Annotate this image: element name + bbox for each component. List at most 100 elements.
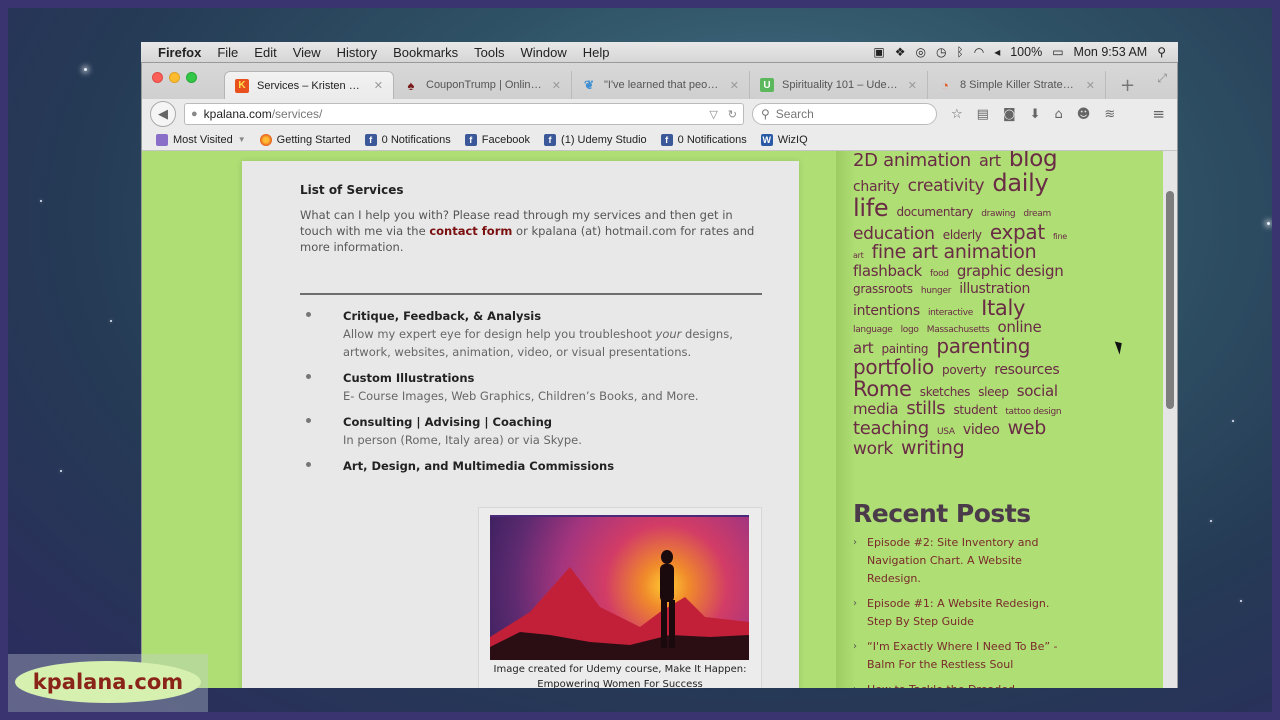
back-button[interactable]: ◀ <box>150 101 176 127</box>
menu-view[interactable]: View <box>285 45 329 60</box>
tag-link[interactable]: teaching <box>853 418 929 439</box>
zoom-window-button[interactable] <box>186 72 197 83</box>
close-tab-icon[interactable]: ✕ <box>1086 79 1095 92</box>
page-scrollbar[interactable] <box>1163 151 1177 688</box>
menu-tools[interactable]: Tools <box>466 45 512 60</box>
tag-link[interactable]: parenting <box>936 334 1030 358</box>
tag-link[interactable]: elderly <box>943 228 982 242</box>
tag-link[interactable]: web <box>1008 417 1047 439</box>
tag-link[interactable]: writing <box>901 437 965 459</box>
wiziq-icon: W <box>760 133 773 146</box>
battery-icon[interactable]: ▭ <box>1052 45 1063 59</box>
menu-edit[interactable]: Edit <box>246 45 284 60</box>
url-dropdown-icon[interactable]: ▽ <box>709 108 717 121</box>
menu-help[interactable]: Help <box>575 45 618 60</box>
tag-link[interactable]: video <box>963 422 1000 438</box>
close-tab-icon[interactable]: ✕ <box>908 79 917 92</box>
bookmark-notifications[interactable]: f 0 Notifications <box>364 133 451 146</box>
bookmark-facebook[interactable]: f Facebook <box>464 133 530 146</box>
tag-link[interactable]: 2D animation <box>853 151 971 171</box>
bookmark-most-visited[interactable]: Most Visited ▼ <box>156 133 246 146</box>
tab-coupontrump[interactable]: ♠ CouponTrump | Online L... ✕ <box>394 71 572 99</box>
tag-link[interactable]: logo <box>901 325 919 335</box>
tag-link[interactable]: documentary <box>896 205 973 219</box>
tag-link[interactable]: grassroots <box>853 282 913 296</box>
time-machine-icon[interactable]: ◷ <box>936 45 946 59</box>
menu-file[interactable]: File <box>209 45 246 60</box>
bookmark-star-icon[interactable]: ☆ <box>951 107 963 122</box>
close-window-button[interactable] <box>152 72 163 83</box>
contact-form-link[interactable]: contact form <box>429 224 512 238</box>
tag-link[interactable]: Rome <box>853 377 912 401</box>
fullscreen-icon[interactable]: ⤢ <box>1157 71 1167 86</box>
tag-link[interactable]: painting <box>881 342 928 356</box>
bookmark-notifications-2[interactable]: f 0 Notifications <box>660 133 747 146</box>
recent-post-link[interactable]: Episode #2: Site Inventory and Navigatio… <box>853 534 1073 588</box>
spotlight-search-icon[interactable]: ⚲ <box>1157 45 1166 59</box>
tab-strategies[interactable]: ◔ 8 Simple Killer Strategies ... ✕ <box>928 71 1106 99</box>
tag-link[interactable]: portfolio <box>853 355 934 379</box>
tag-link[interactable]: food <box>930 269 949 279</box>
layers-icon[interactable]: ≋ <box>1104 107 1115 122</box>
menu-window[interactable]: Window <box>513 45 575 60</box>
tag-link[interactable]: stills <box>906 398 945 419</box>
tag-link[interactable]: fine art animation <box>872 241 1037 263</box>
tag-link[interactable]: flashback <box>853 262 922 280</box>
tag-link[interactable]: tattoo design <box>1005 407 1061 417</box>
tag-link[interactable]: charity <box>853 179 900 195</box>
bookmark-getting-started[interactable]: Getting Started <box>259 133 351 146</box>
pocket-icon[interactable]: ◙ <box>1003 107 1016 122</box>
tag-link[interactable]: USA <box>937 427 955 437</box>
download-icon[interactable]: ⬇ <box>1030 107 1041 122</box>
tag-link[interactable]: art <box>979 151 1001 170</box>
video-camera-icon[interactable]: ▣ <box>873 45 884 59</box>
reading-list-icon[interactable]: ▤ <box>977 107 989 122</box>
close-tab-icon[interactable]: ✕ <box>552 79 561 92</box>
tag-link[interactable]: illustration <box>959 281 1030 297</box>
tag-link[interactable]: student <box>953 403 997 417</box>
tag-link[interactable]: drawing <box>981 209 1015 219</box>
tab-quote[interactable]: ❦ "I've learned that people ... ✕ <box>572 71 750 99</box>
wifi-icon[interactable]: ◠ <box>974 45 984 59</box>
clock[interactable]: Mon 9:53 AM <box>1074 45 1148 59</box>
tab-udemy[interactable]: U Spirituality 101 – Udemy ✕ <box>750 71 928 99</box>
tag-link[interactable]: expat <box>990 220 1045 244</box>
dropbox-icon[interactable]: ❖ <box>895 45 906 59</box>
hamburger-menu-icon[interactable]: ≡ <box>1152 105 1169 123</box>
minimize-window-button[interactable] <box>169 72 180 83</box>
creative-cloud-icon[interactable]: ◎ <box>916 45 926 59</box>
reload-icon[interactable]: ↻ <box>728 108 737 121</box>
bookmark-udemy-studio[interactable]: f (1) Udemy Studio <box>544 133 647 146</box>
close-tab-icon[interactable]: ✕ <box>730 79 739 92</box>
tag-link[interactable]: sleep <box>978 385 1009 399</box>
recent-post-link[interactable]: “I'm Exactly Where I Need To Be” -Balm F… <box>853 638 1073 674</box>
tag-link[interactable]: work <box>853 439 893 459</box>
tag-link[interactable]: intentions <box>853 303 920 319</box>
tag-link[interactable]: sketches <box>920 385 971 399</box>
volume-icon[interactable]: ◂ <box>994 45 1000 59</box>
bluetooth-icon[interactable]: ᛒ <box>957 45 964 59</box>
menu-history[interactable]: History <box>329 45 385 60</box>
tag-link[interactable]: poverty <box>942 363 986 377</box>
recent-post-link[interactable]: Episode #1: A Website Redesign. Step By … <box>853 595 1073 631</box>
new-tab-button[interactable]: + <box>1106 71 1149 99</box>
tag-link[interactable]: language <box>853 325 893 335</box>
close-tab-icon[interactable]: ✕ <box>374 79 383 92</box>
tag-link[interactable]: hunger <box>921 286 952 296</box>
tag-link[interactable]: graphic design <box>957 262 1064 280</box>
tag-link[interactable]: resources <box>994 362 1059 378</box>
hello-chat-icon[interactable]: ☻ <box>1077 107 1091 122</box>
tab-services[interactable]: K Services – Kristen Palana'... ✕ <box>224 71 394 99</box>
scrollbar-thumb[interactable] <box>1166 191 1174 409</box>
home-icon[interactable]: ⌂ <box>1054 107 1062 122</box>
recent-post-link[interactable]: How to Tackle the Dreaded <box>853 681 1073 688</box>
tag-link[interactable]: interactive <box>928 308 973 318</box>
menu-firefox[interactable]: Firefox <box>141 45 209 60</box>
search-input[interactable]: ⚲ Search <box>752 103 937 125</box>
url-bar[interactable]: ● kpalana.com/services/ ▽ ↻ <box>184 103 744 125</box>
tag-link[interactable]: creativity <box>908 176 985 196</box>
tag-link[interactable]: Italy <box>981 296 1025 320</box>
bookmark-wiziq[interactable]: W WizIQ <box>760 133 808 146</box>
menu-bookmarks[interactable]: Bookmarks <box>385 45 466 60</box>
tag-link[interactable]: dream <box>1023 209 1051 219</box>
